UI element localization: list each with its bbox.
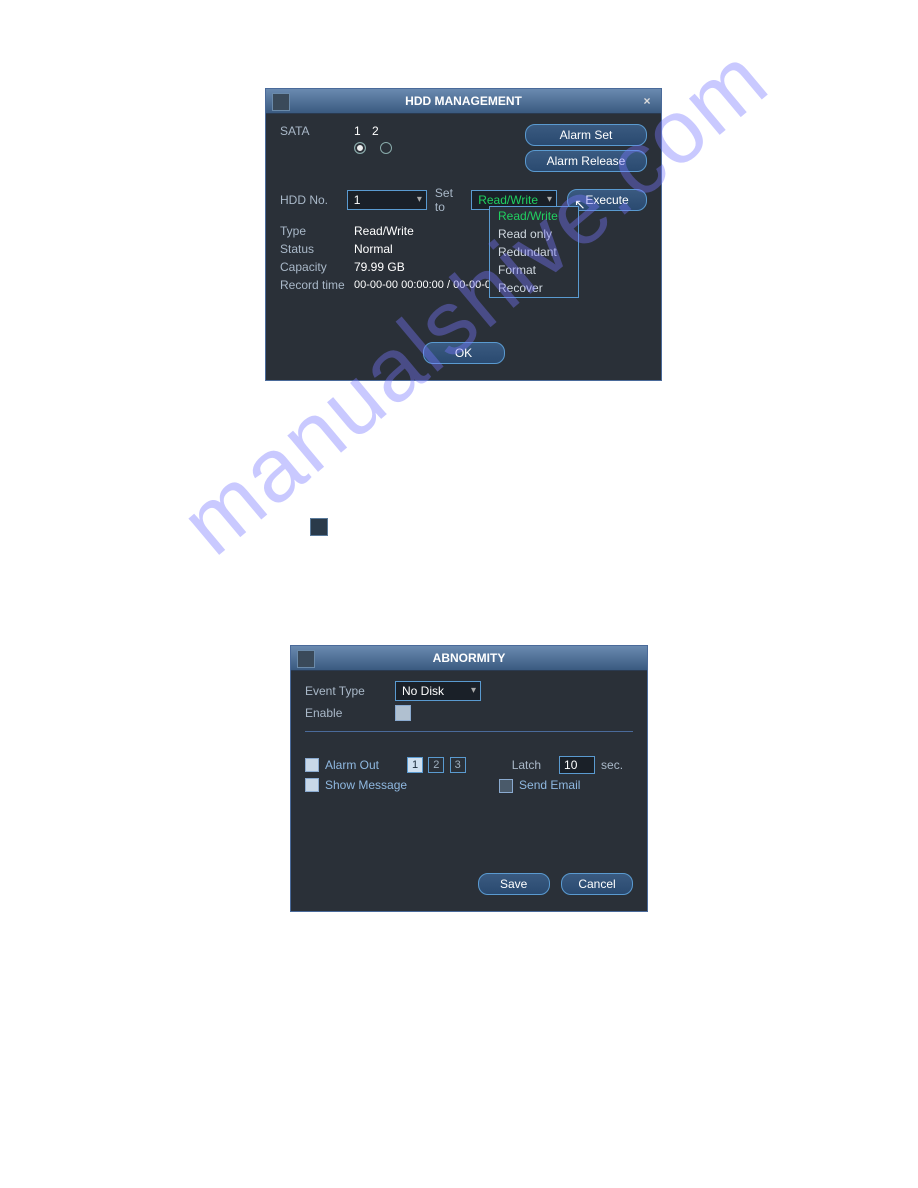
abnormity-dialog: ABNORMITY Event Type No Disk Enable Alar… [290, 645, 648, 912]
dialog-title: HDD MANAGEMENT [405, 94, 522, 108]
alarm-release-button[interactable]: Alarm Release [525, 150, 647, 172]
type-label: Type [280, 224, 354, 238]
hdd-no-select[interactable]: 1 [347, 190, 427, 210]
set-to-option-format[interactable]: Format [490, 261, 578, 279]
close-icon[interactable]: × [639, 93, 655, 109]
alarm-out-3[interactable]: 3 [450, 757, 466, 773]
titlebar: ABNORMITY [291, 646, 647, 671]
set-to-option-readwrite[interactable]: Read/Write [490, 207, 578, 225]
system-icon [272, 93, 290, 111]
send-email-checkbox[interactable] [499, 779, 513, 793]
sata-col-2: 2 [372, 124, 390, 138]
dialog-title: ABNORMITY [433, 651, 506, 665]
save-button[interactable]: Save [478, 873, 550, 895]
hdd-management-dialog: HDD MANAGEMENT × SATA 1 2 Alarm Set Alar… [265, 88, 662, 381]
sata-radio-2[interactable] [380, 142, 392, 154]
latch-input[interactable]: 10 [559, 756, 595, 774]
enable-checkbox[interactable] [395, 705, 411, 721]
set-to-label: Set to [435, 186, 463, 214]
alarm-out-checkbox[interactable] [305, 758, 319, 772]
enable-label: Enable [305, 706, 395, 720]
system-icon [297, 650, 315, 668]
divider [305, 731, 633, 732]
status-label: Status [280, 242, 354, 256]
sata-radio-1[interactable] [354, 142, 366, 154]
alarm-out-label: Alarm Out [325, 758, 397, 772]
recordtime-label: Record time [280, 278, 354, 292]
sata-col-1: 1 [354, 124, 372, 138]
show-message-label: Show Message [325, 778, 407, 792]
latch-label: Latch [512, 758, 541, 772]
latch-unit: sec. [601, 758, 623, 772]
titlebar: HDD MANAGEMENT × [266, 89, 661, 114]
type-value: Read/Write [354, 224, 414, 238]
capacity-label: Capacity [280, 260, 354, 274]
set-to-option-readonly[interactable]: Read only [490, 225, 578, 243]
alarm-set-button[interactable]: Alarm Set [525, 124, 647, 146]
send-email-label: Send Email [519, 778, 580, 792]
alarm-out-2[interactable]: 2 [428, 757, 444, 773]
sata-label: SATA [280, 124, 354, 138]
event-type-select[interactable]: No Disk [395, 681, 481, 701]
ok-button[interactable]: OK [423, 342, 505, 364]
set-to-dropdown: Read/Write Read only Redundant Format Re… [489, 206, 579, 298]
hdd-no-label: HDD No. [280, 193, 347, 207]
alarm-out-1[interactable]: 1 [407, 757, 423, 773]
set-to-option-recover[interactable]: Recover [490, 279, 578, 297]
show-message-checkbox[interactable] [305, 778, 319, 792]
standalone-icon [310, 518, 328, 536]
capacity-value: 79.99 GB [354, 260, 405, 274]
event-type-label: Event Type [305, 684, 395, 698]
status-value: Normal [354, 242, 393, 256]
cancel-button[interactable]: Cancel [561, 873, 633, 895]
set-to-option-redundant[interactable]: Redundant [490, 243, 578, 261]
cursor-icon: ↖ [574, 196, 586, 213]
